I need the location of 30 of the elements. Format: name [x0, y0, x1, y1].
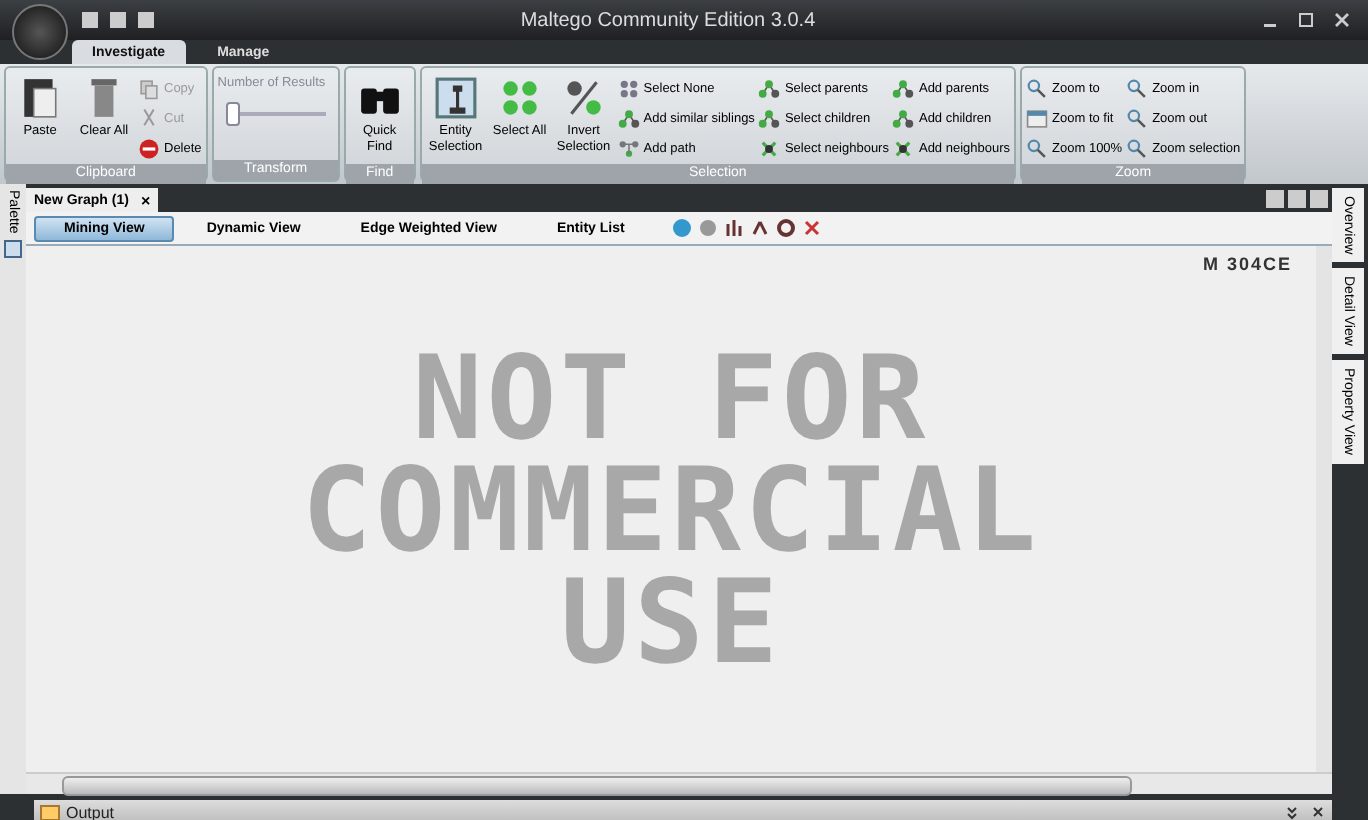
- dots-icon: [617, 77, 640, 99]
- fit-icon: [1026, 107, 1049, 129]
- version-mark: M 304CE: [1202, 254, 1292, 274]
- magnifier-icon: [1026, 137, 1049, 159]
- maximize-button[interactable]: [1296, 10, 1316, 30]
- app-menu-button[interactable]: [12, 4, 68, 60]
- palette-icon[interactable]: [4, 239, 22, 258]
- magnifier-icon: [1126, 77, 1149, 99]
- scrollbar-thumb[interactable]: [62, 776, 1132, 796]
- layout-icon[interactable]: [724, 218, 745, 238]
- copy-icon: [138, 77, 160, 99]
- graph-canvas[interactable]: M 304CE NOT FOR COMMERCIAL USE: [26, 246, 1332, 772]
- slider-thumb[interactable]: [225, 102, 240, 126]
- window-title: Maltego Community Edition 3.0.4: [518, 9, 818, 31]
- path-icon: [617, 137, 640, 159]
- magnifier-icon: [1126, 137, 1149, 159]
- watermark-text: COMMERCIAL: [301, 453, 1041, 565]
- invert-icon: [561, 76, 606, 120]
- close-button[interactable]: [1310, 804, 1326, 820]
- folder-icon: [40, 803, 60, 820]
- minimize-button[interactable]: [1284, 804, 1300, 820]
- panel-title: Output: [66, 803, 115, 820]
- watermark-text: USE: [560, 565, 782, 677]
- watermark-text: NOT FOR: [412, 341, 930, 453]
- magnifier-icon: [1126, 107, 1149, 129]
- clipboard-icon: [18, 76, 62, 120]
- dots-icon: [497, 76, 542, 120]
- scissors-icon: [138, 107, 160, 129]
- magnifier-icon: [1026, 77, 1049, 99]
- delete-icon: [138, 137, 160, 159]
